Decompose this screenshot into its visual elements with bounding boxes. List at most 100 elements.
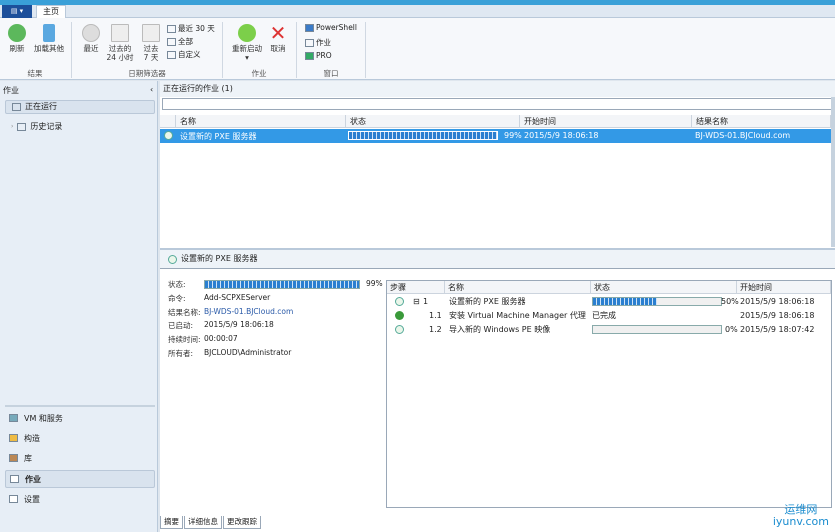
app-menu-button[interactable]: ▤ ▾ <box>2 5 32 18</box>
recent-button[interactable]: 最近 <box>78 24 104 53</box>
workspace-jobs[interactable]: 作业 <box>5 470 155 488</box>
status-progress-bar <box>204 280 360 289</box>
past-7d-button[interactable]: 过去 7 天 <box>138 24 164 62</box>
field-result: 结果名称: BJ-WDS-01.BJCloud.com <box>168 307 293 318</box>
tab-home[interactable]: 主页 <box>36 5 66 19</box>
running-icon <box>395 325 404 334</box>
last-30-days-button[interactable]: 最近 30 天 <box>167 23 215 34</box>
group-divider <box>365 22 366 78</box>
step-row[interactable]: 1.2 导入新的 Windows PE 映像 0% 2015/5/9 18:07… <box>387 323 831 337</box>
job-name: 设置新的 PXE 服务器 <box>180 132 257 141</box>
tab-summary[interactable]: 摘要 <box>160 516 183 529</box>
step-start-time: 2015/5/9 18:06:18 <box>740 311 815 320</box>
workspace-vms-services[interactable]: VM 和服务 <box>5 409 155 427</box>
workspace-label: 构造 <box>24 433 40 443</box>
nav-item-running[interactable]: 正在运行 <box>5 100 155 114</box>
column-header-step[interactable]: 步骤 <box>387 281 445 294</box>
field-value: Add-SCPXEServer <box>204 293 271 302</box>
past-7d-label-2: 7 天 <box>143 53 159 62</box>
search-input[interactable] <box>162 98 832 110</box>
column-header-name[interactable]: 名称 <box>445 281 591 294</box>
field-started: 已启动: 2015/5/9 18:06:18 <box>168 320 274 331</box>
powershell-icon <box>305 23 314 32</box>
recent-label: 最近 <box>83 44 99 53</box>
collapse-icon[interactable]: ⊟ <box>413 295 420 309</box>
tab-change-tracking[interactable]: 更改跟踪 <box>223 516 261 529</box>
expand-arrow-icon: › <box>11 123 14 130</box>
pro-button[interactable]: PRO <box>305 51 332 60</box>
step-name: 导入新的 Windows PE 映像 <box>449 325 551 334</box>
column-header-status[interactable]: 状态 <box>591 281 737 294</box>
workspace-fabric[interactable]: 构造 <box>5 429 155 447</box>
step-status: 50% <box>721 297 739 306</box>
nav-item-label: 历史记录 <box>30 122 63 131</box>
custom-button[interactable]: 自定义 <box>167 49 201 60</box>
job-start-time: 2015/5/9 18:06:18 <box>524 131 599 140</box>
step-progress-bar <box>592 297 722 306</box>
table-row[interactable]: 设置新的 PXE 服务器 99% 2015/5/9 18:06:18 BJ-WD… <box>160 129 831 143</box>
restart-label: 重新启动 <box>232 44 262 53</box>
step-number: 1.1 <box>429 311 442 320</box>
scrollbar[interactable] <box>831 97 835 247</box>
status-percent: 99% <box>366 279 383 288</box>
gear-icon <box>238 24 256 42</box>
checkmark-icon <box>395 311 404 320</box>
past-24h-button[interactable]: 过去的 24 小时 <box>104 24 136 62</box>
ribbon-tab-row <box>0 5 835 18</box>
pane-splitter[interactable] <box>5 405 155 407</box>
powershell-label: PowerShell <box>316 23 357 32</box>
clock-icon <box>82 24 100 42</box>
workspace-label: VM 和服务 <box>24 413 63 423</box>
column-header-start-time[interactable]: 开始时间 <box>737 281 831 294</box>
detail-header: 设置新的 PXE 服务器 <box>160 248 835 268</box>
workspace-label: 设置 <box>24 494 40 504</box>
watermark-line2: iyunv.com <box>772 515 829 528</box>
step-row[interactable]: 1.1 安装 Virtual Machine Manager 代理 已完成 20… <box>387 309 831 323</box>
step-number: 1.2 <box>429 325 442 334</box>
jobs-icon <box>305 38 314 47</box>
last-30-label: 最近 30 天 <box>178 24 215 33</box>
result-link[interactable]: BJ-WDS-01.BJCloud.com <box>204 307 293 318</box>
close-icon: ✕ <box>269 21 287 45</box>
all-button[interactable]: 全部 <box>167 36 193 47</box>
detail-tabs: 摘要 详细信息 更改跟踪 <box>160 516 262 529</box>
vm-icon <box>9 414 18 422</box>
column-header-status[interactable]: 状态 <box>346 115 520 128</box>
column-header-name[interactable]: 名称 <box>176 115 346 128</box>
workspace-library[interactable]: 库 <box>5 449 155 467</box>
restart-button[interactable]: 重新启动 ▾ <box>228 24 266 62</box>
field-status: 状态: 99% <box>168 279 383 290</box>
collapse-pane-button[interactable]: ‹ <box>150 85 153 94</box>
past-24h-label-2: 24 小时 <box>106 53 134 62</box>
workspace-settings[interactable]: 设置 <box>5 490 155 508</box>
column-header-result-name[interactable]: 结果名称 <box>692 115 831 128</box>
step-name: 设置新的 PXE 服务器 <box>449 297 526 306</box>
field-label: 结果名称: <box>168 308 201 317</box>
step-number: 1 <box>423 297 429 306</box>
column-header-start-time[interactable]: 开始时间 <box>520 115 692 128</box>
step-row[interactable]: ⊟ 1 设置新的 PXE 服务器 50% 2015/5/9 18:06:18 <box>387 295 831 309</box>
field-duration: 持续时间: 00:00:07 <box>168 334 238 345</box>
tab-details[interactable]: 详细信息 <box>184 516 222 529</box>
nav-item-history[interactable]: › 历史记录 <box>5 120 155 134</box>
refresh-button[interactable]: 刷新 <box>4 24 30 53</box>
powershell-button[interactable]: PowerShell <box>305 23 357 32</box>
load-more-button[interactable]: 加载其他 <box>30 24 68 53</box>
pro-label: PRO <box>316 51 332 60</box>
field-label: 命令: <box>168 294 186 303</box>
jobs-icon <box>10 475 19 483</box>
group-results-label: 结果 <box>27 69 43 78</box>
jobs-window-button[interactable]: 作业 <box>305 37 331 48</box>
history-icon <box>17 123 27 131</box>
step-start-time: 2015/5/9 18:06:18 <box>740 297 815 306</box>
cancel-button[interactable]: ✕ 取消 <box>266 21 290 53</box>
field-command: 命令: Add-SCPXEServer <box>168 293 270 304</box>
running-icon <box>164 131 173 140</box>
step-name: 安装 Virtual Machine Manager 代理 <box>449 311 586 320</box>
custom-label: 自定义 <box>178 50 201 59</box>
past-7d-label-1: 过去 <box>143 44 159 53</box>
refresh-label: 刷新 <box>9 44 25 53</box>
group-window-label: 窗口 <box>323 69 339 78</box>
field-label: 已启动: <box>168 321 194 330</box>
load-more-label: 加载其他 <box>34 44 64 53</box>
